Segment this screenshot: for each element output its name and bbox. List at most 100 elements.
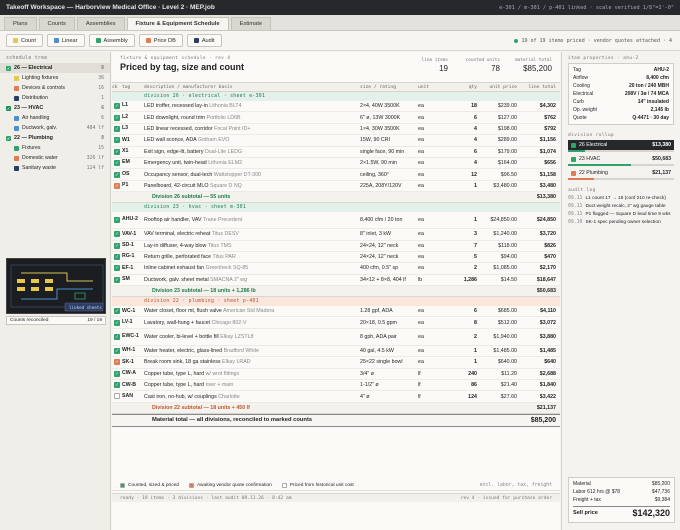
table-row[interactable]: ✓ EF-1 Inline cabinet exhaust fan Greenhec… bbox=[112, 263, 560, 275]
price-db-tool-button[interactable]: Price DB bbox=[138, 34, 183, 47]
row-line-total: $1,156 bbox=[539, 137, 556, 144]
table-row[interactable]: ✓ OS Occupancy sensor, dual-tech Wattstopp… bbox=[112, 169, 560, 181]
row-manufacturer: w/ wrot fittings bbox=[205, 370, 240, 377]
table-row[interactable]: ✓ WH-1 Water heater, electric, glass-lined… bbox=[112, 346, 560, 358]
row-qty: 4 bbox=[474, 125, 477, 132]
tree-label: Devices & controls bbox=[22, 85, 65, 91]
row-description: LED downlight, round trim Portfolio LD6B bbox=[144, 115, 360, 121]
tree-item[interactable]: Distribution 1 bbox=[0, 93, 110, 103]
title-bar: Takeoff Workspace — Harborview Medical O… bbox=[0, 0, 680, 15]
property-value: 20 ton / 240 MBH bbox=[628, 83, 669, 89]
legend-item: Priced from historical unit cost bbox=[281, 482, 354, 488]
tab-counts[interactable]: Counts bbox=[38, 17, 75, 30]
table-row[interactable]: ✓ SD-1 Lay-in diffuser, 4-way blow Titus T… bbox=[112, 241, 560, 252]
table-row[interactable]: ✓ L1 LED troffer, recessed lay-in Lithonia… bbox=[112, 101, 560, 113]
table-row[interactable]: ✓ CW-A Copper tube, type L, hard w/ wrot f… bbox=[112, 369, 560, 381]
property-row: Electrical 208V / 3ø / 74 MCA bbox=[573, 90, 669, 98]
rollup-row[interactable]: 23 HVAC $50,683 bbox=[568, 154, 674, 164]
row-size: 1-1/2" ø bbox=[360, 382, 379, 389]
table-row[interactable]: ✓ W1 LED wall sconce, ADA Gotham EVO 15W, 9… bbox=[112, 135, 560, 147]
tab-plans[interactable]: Plans bbox=[4, 17, 37, 30]
table-row[interactable]: ✓ L3 LED linear recessed, corridor Focal P… bbox=[112, 124, 560, 136]
row-unit-price: $3,480.00 bbox=[493, 182, 517, 189]
linked-sheet-minimap[interactable]: linked sheets bbox=[6, 258, 106, 314]
table-row[interactable]: ✓ CW-B Copper tube, type L, hard riser + m… bbox=[112, 380, 560, 392]
tree-item[interactable]: Ductwork, galv. 484 lf bbox=[0, 123, 110, 133]
tab-estimate[interactable]: Estimate bbox=[230, 17, 272, 30]
row-desc-text: Ductwork, galv. sheet metal bbox=[144, 276, 209, 283]
tree-item[interactable]: Fixtures 15 bbox=[0, 143, 110, 153]
table-row[interactable]: ✓ LV-1 Lavatory, wall-hung + faucet Chicag… bbox=[112, 317, 560, 329]
stat-value: 19 bbox=[439, 64, 448, 73]
rollup-value: $13,380 bbox=[652, 142, 671, 148]
row-check-cell: ✓ bbox=[112, 160, 120, 167]
rollup-row[interactable]: 22 Plumbing $21,137 bbox=[568, 168, 674, 178]
row-tag: VAV-1 bbox=[122, 230, 137, 237]
table-row[interactable]: ✓ WC-1 Water closet, floor mt, flush valve… bbox=[112, 306, 560, 318]
property-row: Curb 14" insulated bbox=[573, 98, 669, 106]
price-value: $85,200 bbox=[651, 481, 670, 487]
tree-division[interactable]: ✓ 26 — Electrical 8 bbox=[0, 63, 110, 73]
row-manufacturer: Elkay LZSTL8 bbox=[220, 333, 254, 340]
table-row[interactable]: ✓ L2 LED downlight, round trim Portfolio L… bbox=[112, 112, 560, 124]
table-row[interactable]: ✓ RG-1 Return grille, perforated face Titu… bbox=[112, 252, 560, 264]
table-row[interactable]: ✓ EWC-1 Water cooler, bi-level + bottle fi… bbox=[112, 329, 560, 346]
tree-item[interactable]: Lighting fixtures 36 bbox=[0, 73, 110, 83]
row-desc-text: Water heater, electric, glass-lined bbox=[144, 348, 223, 355]
row-unit: lb bbox=[418, 276, 423, 283]
assembly-tool-button[interactable]: Assembly bbox=[88, 34, 135, 47]
property-key: Curb bbox=[573, 99, 584, 105]
row-desc-text: Cast iron, no-hub, w/ couplings bbox=[144, 393, 217, 400]
row-check-cell: ✓ bbox=[112, 103, 120, 110]
count-tool-button[interactable]: Count bbox=[6, 34, 43, 47]
row-manufacturer: riser + main bbox=[205, 382, 234, 389]
table-row[interactable]: ✓ X1 Exit sign, edge-lit, battery Dual-Lit… bbox=[112, 147, 560, 158]
tree-division[interactable]: ✓ 22 — Plumbing 8 bbox=[0, 133, 110, 143]
tab-fixture-equipment-schedule[interactable]: Fixture & Equipment Schedule bbox=[126, 17, 229, 30]
row-check-cell: ✓ bbox=[112, 148, 120, 155]
layer-swatch-icon bbox=[14, 125, 19, 131]
division-band: division 23 · hvac · sheet m-301 bbox=[112, 203, 560, 213]
table-row[interactable]: ✓ SK-1 Break room sink, 18 ga stainless El… bbox=[112, 357, 560, 369]
row-qty: 124 bbox=[468, 393, 477, 400]
tool-button-label: Count bbox=[21, 37, 36, 44]
tree-item[interactable]: Air handling 6 bbox=[0, 113, 110, 123]
material-grand-total: Material total — all divisions, reconcil… bbox=[112, 413, 560, 427]
rollup-swatch-icon bbox=[571, 156, 576, 162]
row-qty: 1 bbox=[474, 359, 477, 366]
tree-item[interactable]: Sanitary waste 124 lf bbox=[0, 163, 110, 173]
status-left: ready · 19 items · 3 divisions · last au… bbox=[120, 495, 292, 501]
table-row[interactable]: ✓ EM Emergency unit, twin-head Lithonia EL… bbox=[112, 158, 560, 170]
table-row[interactable]: ✓ SM Ductwork, galv. sheet metal SMACNA 2"… bbox=[112, 275, 560, 287]
row-line-total: $4,110 bbox=[540, 308, 556, 315]
tree-count: 15 bbox=[98, 145, 104, 151]
tab-bar: Plans Counts Assemblies Fixture & Equipment… bbox=[0, 15, 680, 31]
window-title: Takeoff Workspace — Harborview Medical O… bbox=[6, 4, 215, 11]
table-row[interactable]: ✓ AHU-2 Rooftop air handler, VAV Trane Pre… bbox=[112, 212, 560, 230]
table-row[interactable]: ✓ P1 Panelboard, 42-circuit MLO Square D N… bbox=[112, 181, 560, 193]
table-row[interactable]: SAN Cast iron, no-hub, w/ couplings Charl… bbox=[112, 391, 560, 403]
row-unit: ea bbox=[418, 182, 424, 189]
tree-count: 36 bbox=[98, 75, 104, 81]
rollup-row[interactable]: 26 Electrical $13,380 bbox=[568, 140, 674, 150]
tree-division[interactable]: ✓ 23 — HVAC 6 bbox=[0, 103, 110, 113]
row-check-cell: ✓ bbox=[112, 125, 120, 132]
tab-assemblies[interactable]: Assemblies bbox=[76, 17, 125, 30]
row-qty: 7 bbox=[474, 242, 477, 249]
linear-tool-button[interactable]: Linear bbox=[46, 34, 85, 47]
column-header: description / manufacturer basis bbox=[144, 84, 233, 90]
stat-counted-units: counted units 78 bbox=[460, 58, 500, 73]
audit-entry: 09.10 SK-1 spec pending owner selection bbox=[562, 219, 680, 227]
tree-item[interactable]: Devices & controls 16 bbox=[0, 83, 110, 93]
tree-item[interactable]: Domestic water 326 lf bbox=[0, 153, 110, 163]
property-value: 14" insulated bbox=[637, 99, 669, 105]
row-desc-text: LED wall sconce, ADA bbox=[144, 137, 197, 144]
audit-tool-button[interactable]: Audit bbox=[186, 34, 222, 47]
row-tag: WC-1 bbox=[122, 307, 136, 314]
property-key: Electrical bbox=[573, 91, 594, 97]
row-desc-text: Break room sink, 18 ga stainless bbox=[144, 359, 221, 366]
table-row[interactable]: ✓ VAV-1 VAV terminal, electric reheat Titu… bbox=[112, 229, 560, 241]
tool-button-label: Assembly bbox=[103, 37, 128, 44]
stat-label: material total bbox=[514, 58, 552, 63]
row-size: 8 gph, ADA pair bbox=[360, 333, 397, 340]
